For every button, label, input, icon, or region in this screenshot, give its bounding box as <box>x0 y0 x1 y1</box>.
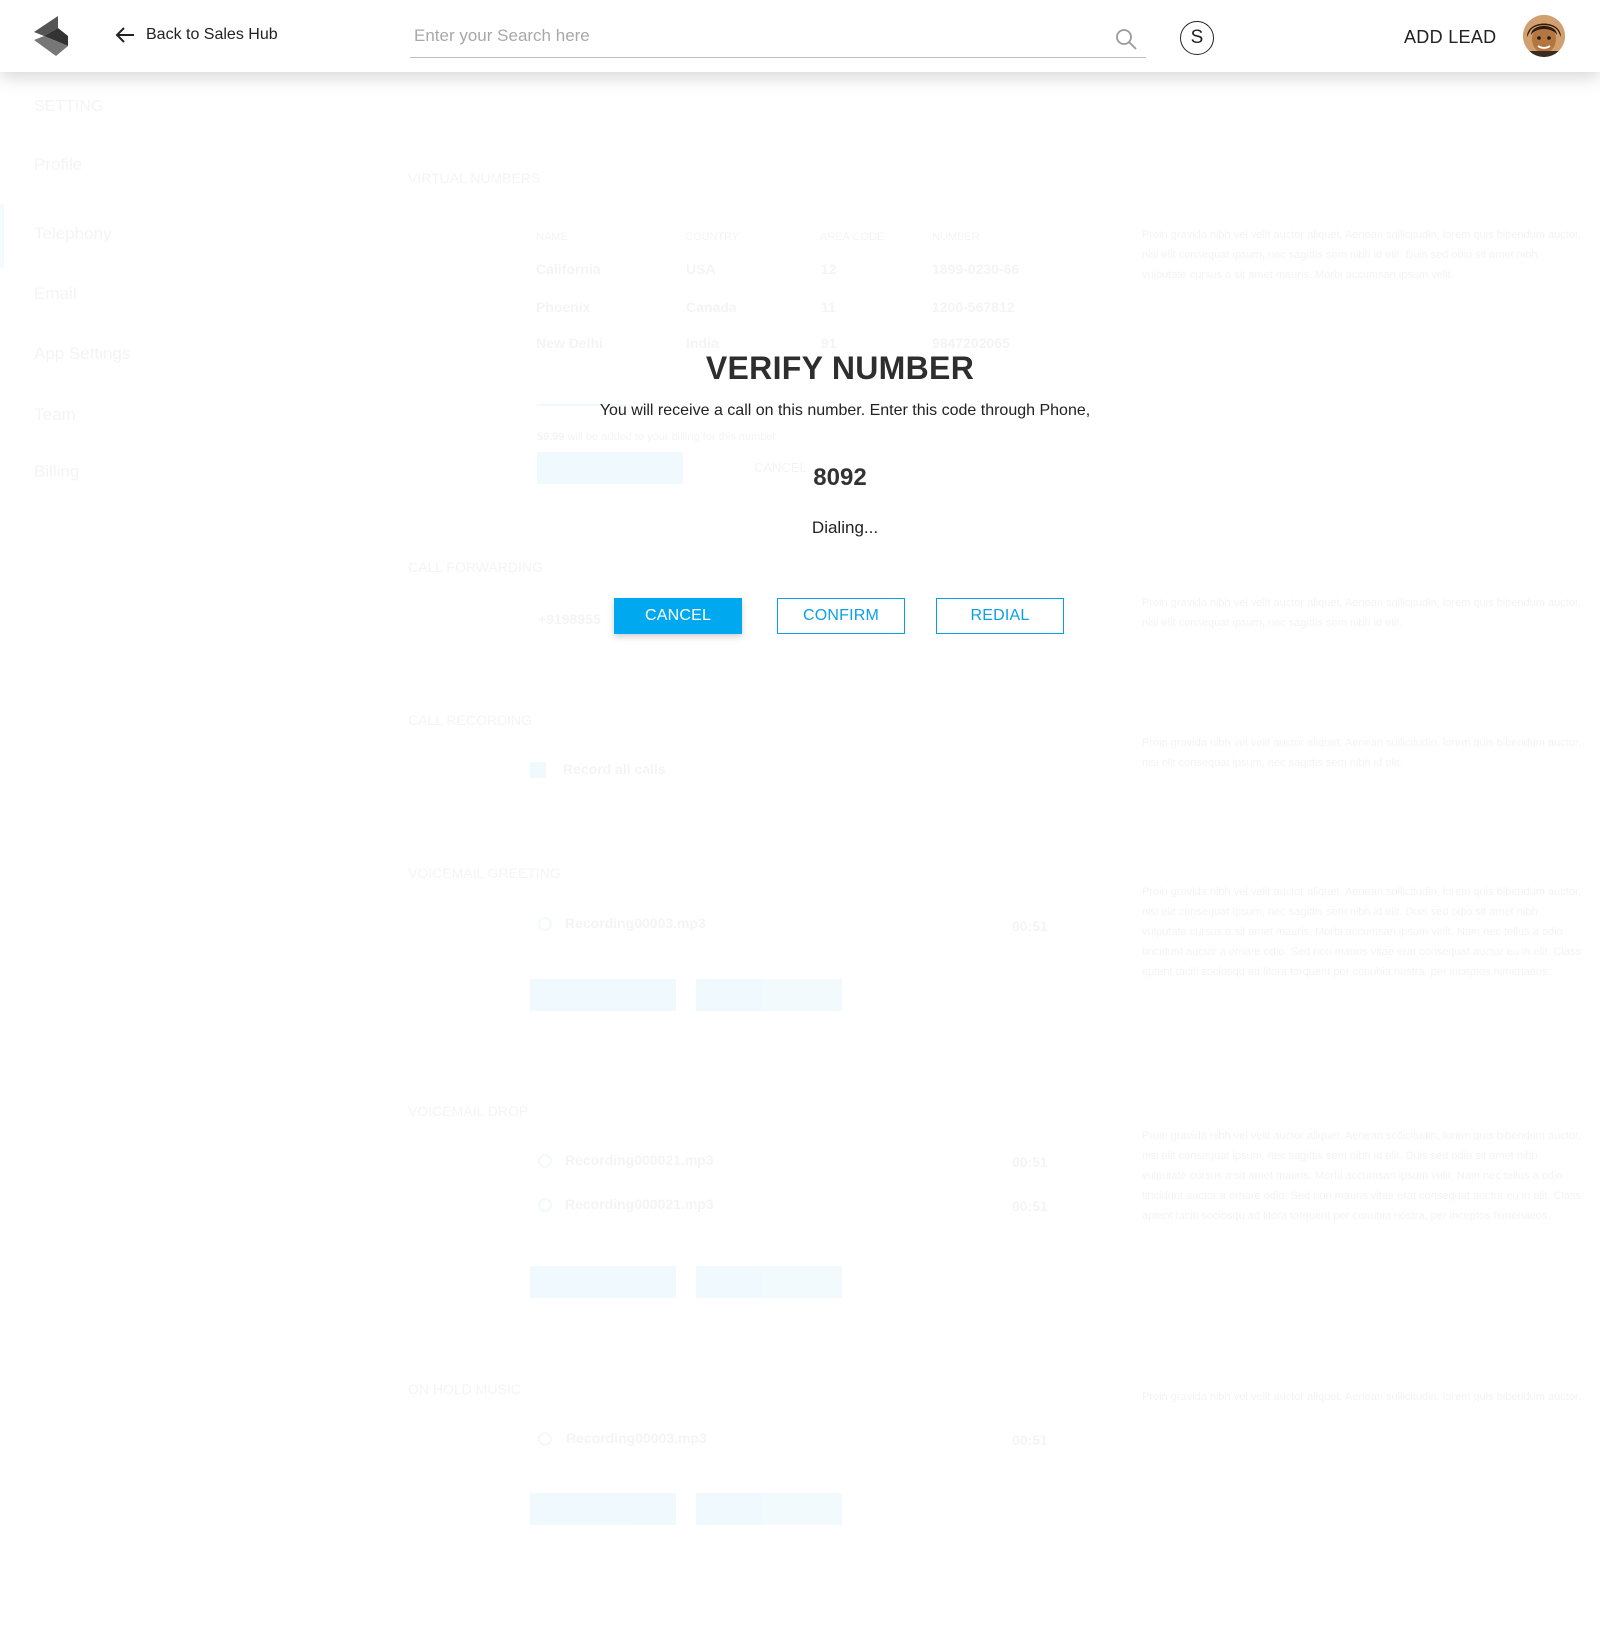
call-recording-title: CALL RECORDING <box>408 712 532 728</box>
search-icon[interactable] <box>1114 27 1138 51</box>
table-cell: 11 <box>821 299 836 315</box>
radio-button[interactable] <box>538 1154 552 1168</box>
dialing-status: Dialing... <box>811 518 879 537</box>
redial-button[interactable]: REDIAL <box>936 598 1064 634</box>
upload-file-button[interactable] <box>530 1266 676 1298</box>
table-cell: Phoenix <box>536 299 591 315</box>
table-cell: 12 <box>821 261 837 277</box>
arrow-left-icon <box>115 27 134 43</box>
brand-logo-icon[interactable] <box>34 16 68 56</box>
recording-file-name: Recording000021.mp3 <box>565 1152 714 1168</box>
column-header: COUNTRY <box>685 231 740 243</box>
record-all-checkbox[interactable] <box>530 762 546 778</box>
sidebar-item-email[interactable]: Email <box>34 284 77 304</box>
upload-file-button[interactable] <box>530 1493 676 1525</box>
radio-button[interactable] <box>538 1432 552 1446</box>
top-header: Back to Sales Hub S ADD LEAD <box>0 0 1600 72</box>
dialog-title: VERIFY NUMBER <box>705 350 975 386</box>
back-to-sales-hub-link[interactable]: Back to Sales Hub <box>114 24 278 46</box>
background-page: SETTING Profile Telephony Email App Sett… <box>0 0 1600 1647</box>
table-cell: 1899-0230-66 <box>932 261 1020 277</box>
recording-file-name: Recording00003.mp3 <box>565 915 706 931</box>
virtual-numbers-title: VIRTUAL NUMBERS <box>408 170 541 186</box>
table-cell: 1200-567812 <box>932 299 1015 315</box>
virtual-numbers-description: Proin gravida nibh vel velit auctor aliq… <box>1142 229 1582 281</box>
radio-button[interactable] <box>538 1198 552 1212</box>
voicemail-drop-description: Proin gravida nibh vel velit auctor aliq… <box>1142 1130 1582 1222</box>
voicemail-greeting-title: VOICEMAIL GREETING <box>408 865 561 881</box>
sidebar-active-indicator <box>0 204 4 268</box>
s-badge-button[interactable]: S <box>1180 21 1214 55</box>
user-avatar-icon <box>1523 15 1565 57</box>
back-link-label: Back to Sales Hub <box>146 26 278 43</box>
column-header: NUMBER <box>932 231 980 243</box>
sidebar-item-team[interactable]: Team <box>34 405 76 425</box>
recording-duration: 00:51 <box>1012 1432 1048 1448</box>
column-header: NAME <box>536 231 568 243</box>
on-hold-music-title: ON HOLD MUSIC <box>408 1381 521 1397</box>
record-from-call-button[interactable] <box>696 1493 842 1525</box>
confirm-button[interactable]: CONFIRM <box>777 598 905 634</box>
radio-button[interactable] <box>538 917 552 931</box>
column-header: AREA CODE <box>820 231 885 243</box>
call-forwarding-description: Proin gravida nibh vel velit auctor aliq… <box>1142 597 1582 629</box>
call-recording-description: Proin gravida nibh vel velit auctor aliq… <box>1142 737 1582 769</box>
verification-code: 8092 <box>813 464 867 491</box>
table-cell: California <box>536 261 601 277</box>
recording-duration: 00:51 <box>1012 1154 1048 1170</box>
record-from-call-button[interactable] <box>696 1266 842 1298</box>
table-cell: USA <box>686 261 716 277</box>
sidebar-item-billing[interactable]: Billing <box>34 462 79 482</box>
sidebar-title: SETTING <box>34 98 104 115</box>
recording-file-name: Recording00003.mp3 <box>566 1430 707 1446</box>
voicemail-drop-title: VOICEMAIL DROP <box>408 1103 529 1119</box>
sidebar-item-telephony[interactable]: Telephony <box>34 224 112 244</box>
voicemail-greeting-description: Proin gravida nibh vel velit auctor aliq… <box>1142 886 1582 978</box>
table-cell: Canada <box>686 299 737 315</box>
call-forwarding-title: CALL FORWARDING <box>408 559 543 575</box>
add-lead-button[interactable]: ADD LEAD <box>1404 27 1496 48</box>
search-input[interactable] <box>414 22 1074 50</box>
recording-file-name: Recording000021.mp3 <box>565 1196 714 1212</box>
upload-file-button[interactable] <box>530 979 676 1011</box>
verify-number-dialog: VERIFY NUMBER You will receive a call on… <box>560 340 1120 660</box>
sidebar-item-profile[interactable]: Profile <box>34 155 82 175</box>
dialog-subtitle: You will receive a call on this number. … <box>599 402 1091 419</box>
sidebar-item-app-settings[interactable]: App Settings <box>34 344 130 364</box>
cancel-button[interactable]: CANCEL <box>614 598 742 634</box>
recording-duration: 00:51 <box>1012 1198 1048 1214</box>
search-bar <box>410 18 1146 58</box>
record-all-label: Record all calls <box>563 761 666 777</box>
avatar[interactable] <box>1523 15 1565 57</box>
on-hold-music-description: Proin gravida nibh vel velit auctor aliq… <box>1142 1391 1582 1403</box>
recording-duration: 00:51 <box>1012 918 1048 934</box>
record-from-call-button[interactable] <box>696 979 842 1011</box>
